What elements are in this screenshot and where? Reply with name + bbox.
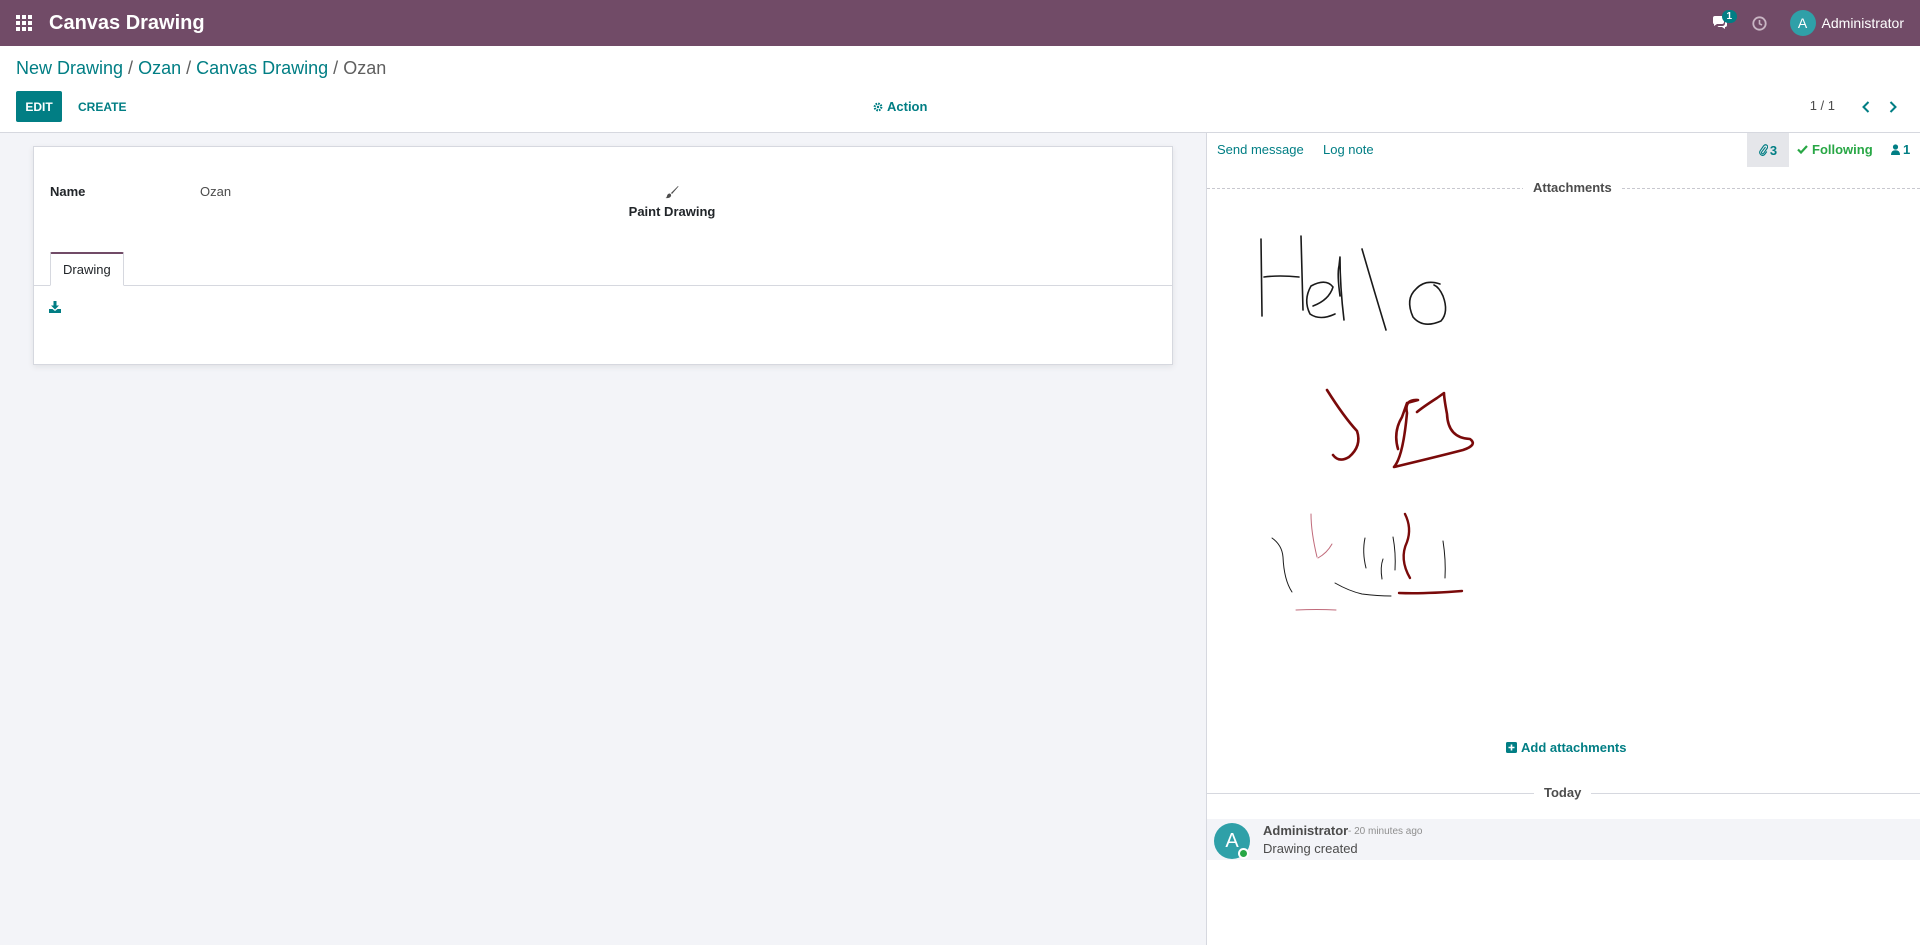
send-message-button[interactable]: Send message xyxy=(1217,142,1304,157)
action-menu-button[interactable]: Action xyxy=(873,91,927,122)
drawing-attachment-image[interactable] xyxy=(1207,217,1920,657)
followers-count: 1 xyxy=(1903,142,1911,157)
breadcrumb: New Drawing / Ozan / Canvas Drawing / Ozan xyxy=(16,58,387,78)
message-author[interactable]: Administrator xyxy=(1263,823,1348,838)
pager-previous-button[interactable] xyxy=(1854,91,1878,122)
following-label: Following xyxy=(1812,142,1873,157)
online-status-icon xyxy=(1238,848,1249,859)
chatter-message: A Administrator - 20 minutes ago Drawing… xyxy=(1207,819,1920,860)
chevron-right-icon xyxy=(1889,100,1897,113)
attachments-count: 3 xyxy=(1769,142,1778,158)
top-navbar: Canvas Drawing 1 A Administrator xyxy=(0,0,1920,46)
control-panel: New Drawing / Ozan / Canvas Drawing / Ozan EDI… xyxy=(0,46,1920,133)
name-field-value: Ozan xyxy=(200,184,232,199)
breadcrumb-link-canvas-drawing[interactable]: Canvas Drawing xyxy=(196,58,328,78)
apps-menu-icon[interactable] xyxy=(0,0,48,46)
chevron-left-icon xyxy=(1862,100,1870,113)
add-attachments-button[interactable]: Add attachments xyxy=(1506,740,1626,755)
tab-drawing[interactable]: Drawing xyxy=(50,252,124,286)
today-label: Today xyxy=(1534,785,1592,800)
paint-brush-icon xyxy=(665,186,679,199)
followers-button[interactable]: 1 xyxy=(1891,142,1910,157)
message-body: Drawing created xyxy=(1263,841,1358,856)
following-button[interactable]: Following xyxy=(1797,142,1873,157)
messages-icon[interactable]: 1 xyxy=(1700,0,1740,46)
messages-badge: 1 xyxy=(1721,10,1738,23)
paint-drawing-label: Paint Drawing xyxy=(628,204,716,219)
breadcrumb-link-new-drawing[interactable]: New Drawing xyxy=(16,58,123,78)
message-timestamp: - 20 minutes ago xyxy=(1348,826,1423,837)
pager-value[interactable]: 1 / 1 xyxy=(1810,98,1835,113)
gear-icon xyxy=(873,102,883,111)
paperclip-icon xyxy=(1758,144,1768,156)
edit-button[interactable]: EDIT xyxy=(16,91,62,122)
form-view: Name Ozan Paint Drawing Drawing xyxy=(0,133,1206,945)
user-icon xyxy=(1891,144,1900,155)
create-button[interactable]: CREATE xyxy=(68,91,136,122)
attachments-title: Attachments xyxy=(1523,180,1622,195)
action-label: Action xyxy=(887,99,928,114)
download-icon[interactable] xyxy=(49,301,61,316)
user-name: Administrator xyxy=(1821,15,1904,31)
activity-clock-icon[interactable] xyxy=(1740,0,1780,46)
plus-square-icon xyxy=(1506,742,1517,753)
name-field-label: Name xyxy=(50,184,86,199)
paint-drawing-button[interactable]: Paint Drawing xyxy=(612,185,732,219)
attachments-count-button[interactable]: 3 xyxy=(1747,133,1789,167)
chatter-topbar: Send message Log note 3 Following 1 xyxy=(1207,133,1920,167)
breadcrumb-link-ozan[interactable]: Ozan xyxy=(138,58,181,78)
user-menu[interactable]: A Administrator xyxy=(1780,0,1920,46)
notebook-tabs: Drawing xyxy=(34,252,1172,286)
pager-next-button[interactable] xyxy=(1881,91,1905,122)
user-avatar: A xyxy=(1789,10,1816,36)
log-note-button[interactable]: Log note xyxy=(1323,142,1374,157)
chatter-panel: Send message Log note 3 Following 1 Atta… xyxy=(1206,133,1920,945)
app-title[interactable]: Canvas Drawing xyxy=(49,12,205,35)
add-attachments-label: Add attachments xyxy=(1521,740,1627,755)
check-icon xyxy=(1797,145,1808,154)
breadcrumb-current: Ozan xyxy=(343,58,387,78)
form-sheet: Name Ozan Paint Drawing Drawing xyxy=(33,146,1173,365)
